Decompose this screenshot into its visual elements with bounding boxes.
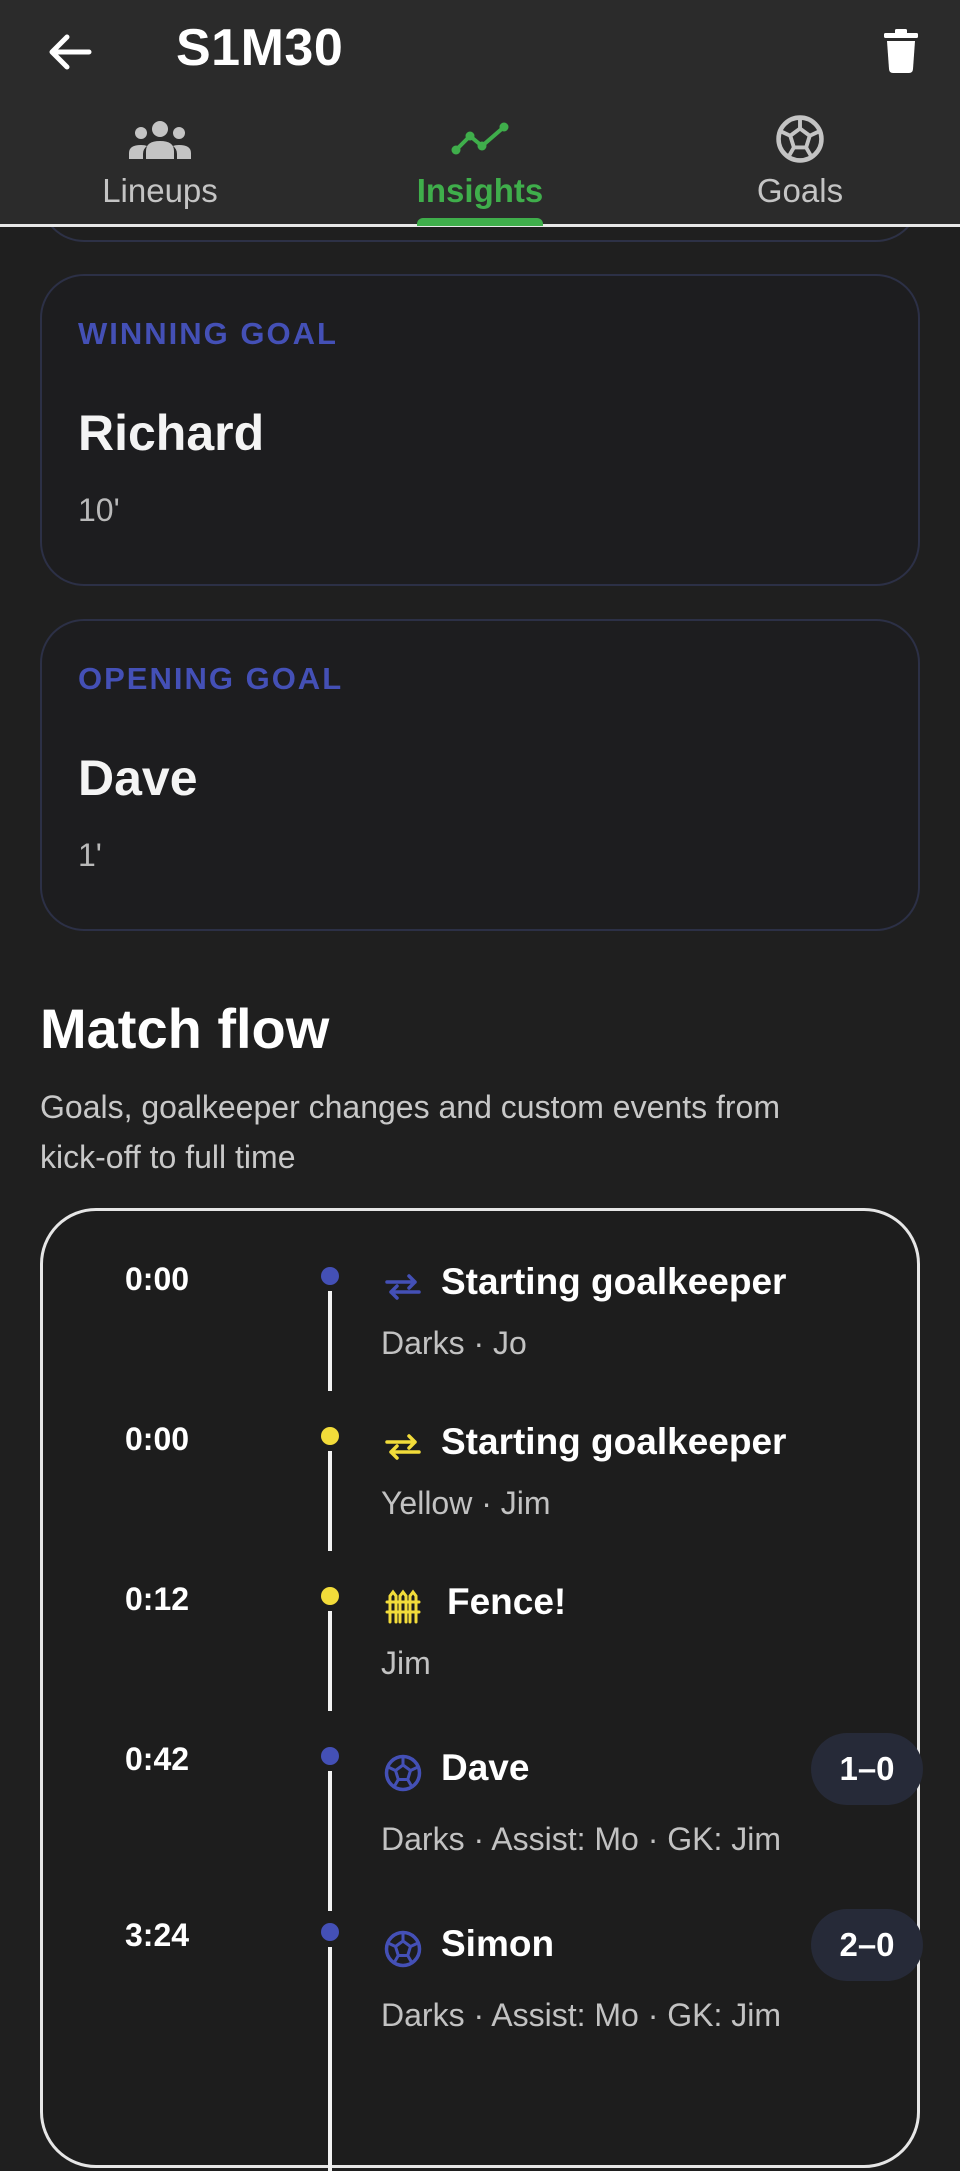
active-tab-indicator (417, 218, 543, 226)
tab-label: Lineups (102, 172, 218, 209)
match-flow-subtitle: Goals, goalkeeper changes and custom eve… (40, 1082, 920, 1182)
event-dot (321, 1747, 339, 1765)
winning-goal-label: WINNING GOAL (78, 316, 338, 351)
swap-arrows-icon (379, 1423, 427, 1471)
tab-goals[interactable]: Goals (640, 104, 960, 226)
match-title: S1M30 (176, 19, 344, 77)
match-flow-title: Match flow (40, 997, 330, 1060)
event-detail: Darks · Assist: Mo · GK: Jim (381, 1821, 782, 1857)
timeline-connector (328, 1451, 332, 1551)
opening-goal-card: OPENING GOAL Dave 1' (40, 619, 920, 931)
event-title: Dave (441, 1747, 530, 1788)
score-badge: 2–0 (811, 1909, 923, 1981)
event-dot (321, 1587, 339, 1605)
event-dot (321, 1923, 339, 1941)
event-time: 3:24 (125, 1917, 190, 1953)
match-flow-subtitle-line-2: kick-off to full time (40, 1139, 296, 1175)
tab-insights[interactable]: Insights (320, 104, 640, 226)
opening-goal-scorer: Dave (78, 750, 198, 806)
winning-goal-minute: 10' (78, 492, 120, 528)
timeline-connector (328, 1947, 332, 2171)
arrow-left-icon (49, 34, 92, 70)
event-detail: Darks · Jo (381, 1325, 527, 1361)
tab-bar: Lineups Insights Goals (0, 104, 960, 226)
event-dot (321, 1267, 339, 1285)
event-title: Simon (441, 1923, 555, 1964)
score-badge: 1–0 (811, 1733, 923, 1805)
timeline-connector (328, 1771, 332, 1911)
winning-goal-scorer: Richard (78, 405, 265, 461)
event-time: 0:00 (125, 1261, 190, 1297)
fence-icon (379, 1583, 427, 1631)
trend-line-icon (451, 110, 509, 168)
opening-goal-minute: 1' (78, 837, 102, 873)
event-title: Starting goalkeeper (441, 1421, 787, 1462)
timeline-connector (328, 1291, 332, 1391)
event-dot (321, 1427, 339, 1445)
back-button[interactable] (40, 22, 100, 82)
event-time: 0:12 (125, 1581, 190, 1617)
event-detail: Jim (381, 1645, 431, 1681)
winning-goal-card: WINNING GOAL Richard 10' (40, 274, 920, 586)
insights-content: WINNING GOAL Richard 10' OPENING GOAL Da… (0, 0, 960, 2171)
opening-goal-label: OPENING GOAL (78, 661, 344, 696)
trash-icon (884, 29, 918, 73)
soccer-ball-icon (379, 1925, 427, 1973)
match-flow-timeline: 0:00 Starting goalkeeper Darks · Jo 0:00 (40, 1208, 923, 2171)
tab-lineups[interactable]: Lineups (0, 104, 320, 226)
event-detail: Darks · Assist: Mo · GK: Jim (381, 1997, 782, 2033)
match-flow-subtitle-line-1: Goals, goalkeeper changes and custom eve… (40, 1089, 780, 1125)
event-title: Fence! (447, 1581, 567, 1622)
delete-button[interactable] (870, 20, 932, 82)
swap-arrows-icon (379, 1263, 427, 1311)
tab-label: Insights (416, 172, 544, 209)
event-time: 0:42 (125, 1741, 190, 1777)
event-time: 0:00 (125, 1421, 190, 1457)
people-icon (129, 110, 191, 168)
event-title: Starting goalkeeper (441, 1261, 787, 1302)
soccer-ball-icon (379, 1749, 427, 1797)
event-detail: Yellow · Jim (381, 1485, 551, 1521)
soccer-ball-icon (774, 110, 826, 168)
timeline-connector (328, 1611, 332, 1711)
tab-label: Goals (756, 172, 844, 209)
app-bar: S1M30 Lineups Insights Goals (0, 0, 960, 227)
